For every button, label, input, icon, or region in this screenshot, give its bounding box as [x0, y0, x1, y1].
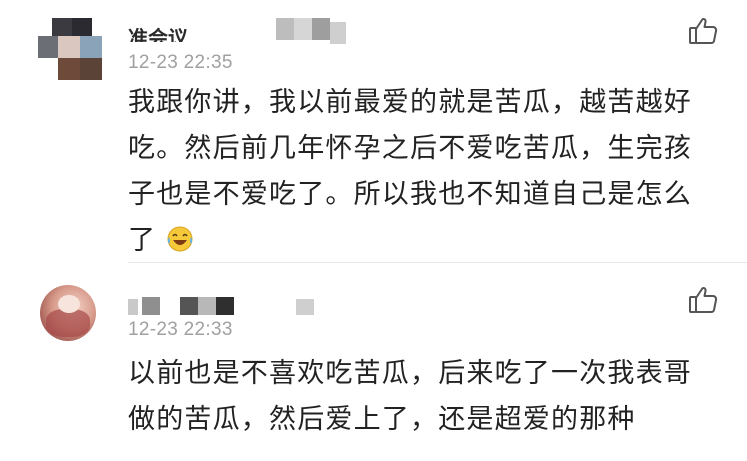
comment-line: 以前也是不喜欢吃苦瓜，后来吃了一次我表哥	[128, 358, 692, 389]
comment-line: 做的苦瓜，然后爱上了，还是超爱的那种	[128, 404, 636, 435]
comment-line-last: 了	[128, 218, 728, 264]
comment-timestamp: 12-23 22:35	[128, 52, 233, 73]
comment-text: 以前也是不喜欢吃苦瓜，后来吃了一次我表哥 做的苦瓜，然后爱上了，还是超爱的那种	[128, 351, 728, 443]
laugh-cry-emoji-icon	[167, 226, 193, 252]
comment-line: 我跟你讲，我以前最爱的就是苦瓜，越苦越好	[128, 87, 692, 118]
avatar[interactable]	[38, 18, 108, 80]
username[interactable]: 准会议	[128, 14, 218, 42]
comment-timestamp: 12-23 22:33	[128, 319, 233, 340]
like-button[interactable]	[688, 16, 718, 46]
comment-text: 我跟你讲，我以前最爱的就是苦瓜，越苦越好 吃。然后前几年怀孕之后不爱吃苦瓜，生完…	[128, 80, 728, 264]
comment-line: 吃。然后前几年怀孕之后不爱吃苦瓜，生完孩	[128, 133, 692, 164]
username-mosaic	[276, 18, 346, 44]
comment-item: 12-23 22:33 以前也是不喜欢吃苦瓜，后来吃了一次我表哥 做的苦瓜，然后…	[0, 263, 747, 461]
thumbs-up-icon	[689, 286, 718, 313]
username-mosaic[interactable]	[128, 295, 328, 317]
comment-line: 子也是不爱吃了。所以我也不知道自己是怎么	[128, 179, 692, 210]
comment-item: 准会议 12-23 22:35 我跟你讲，我以前最爱的就是苦瓜，越苦越好 吃。然…	[0, 0, 747, 262]
like-button[interactable]	[688, 285, 718, 315]
avatar[interactable]	[40, 285, 96, 341]
thumbs-up-icon	[689, 17, 718, 44]
